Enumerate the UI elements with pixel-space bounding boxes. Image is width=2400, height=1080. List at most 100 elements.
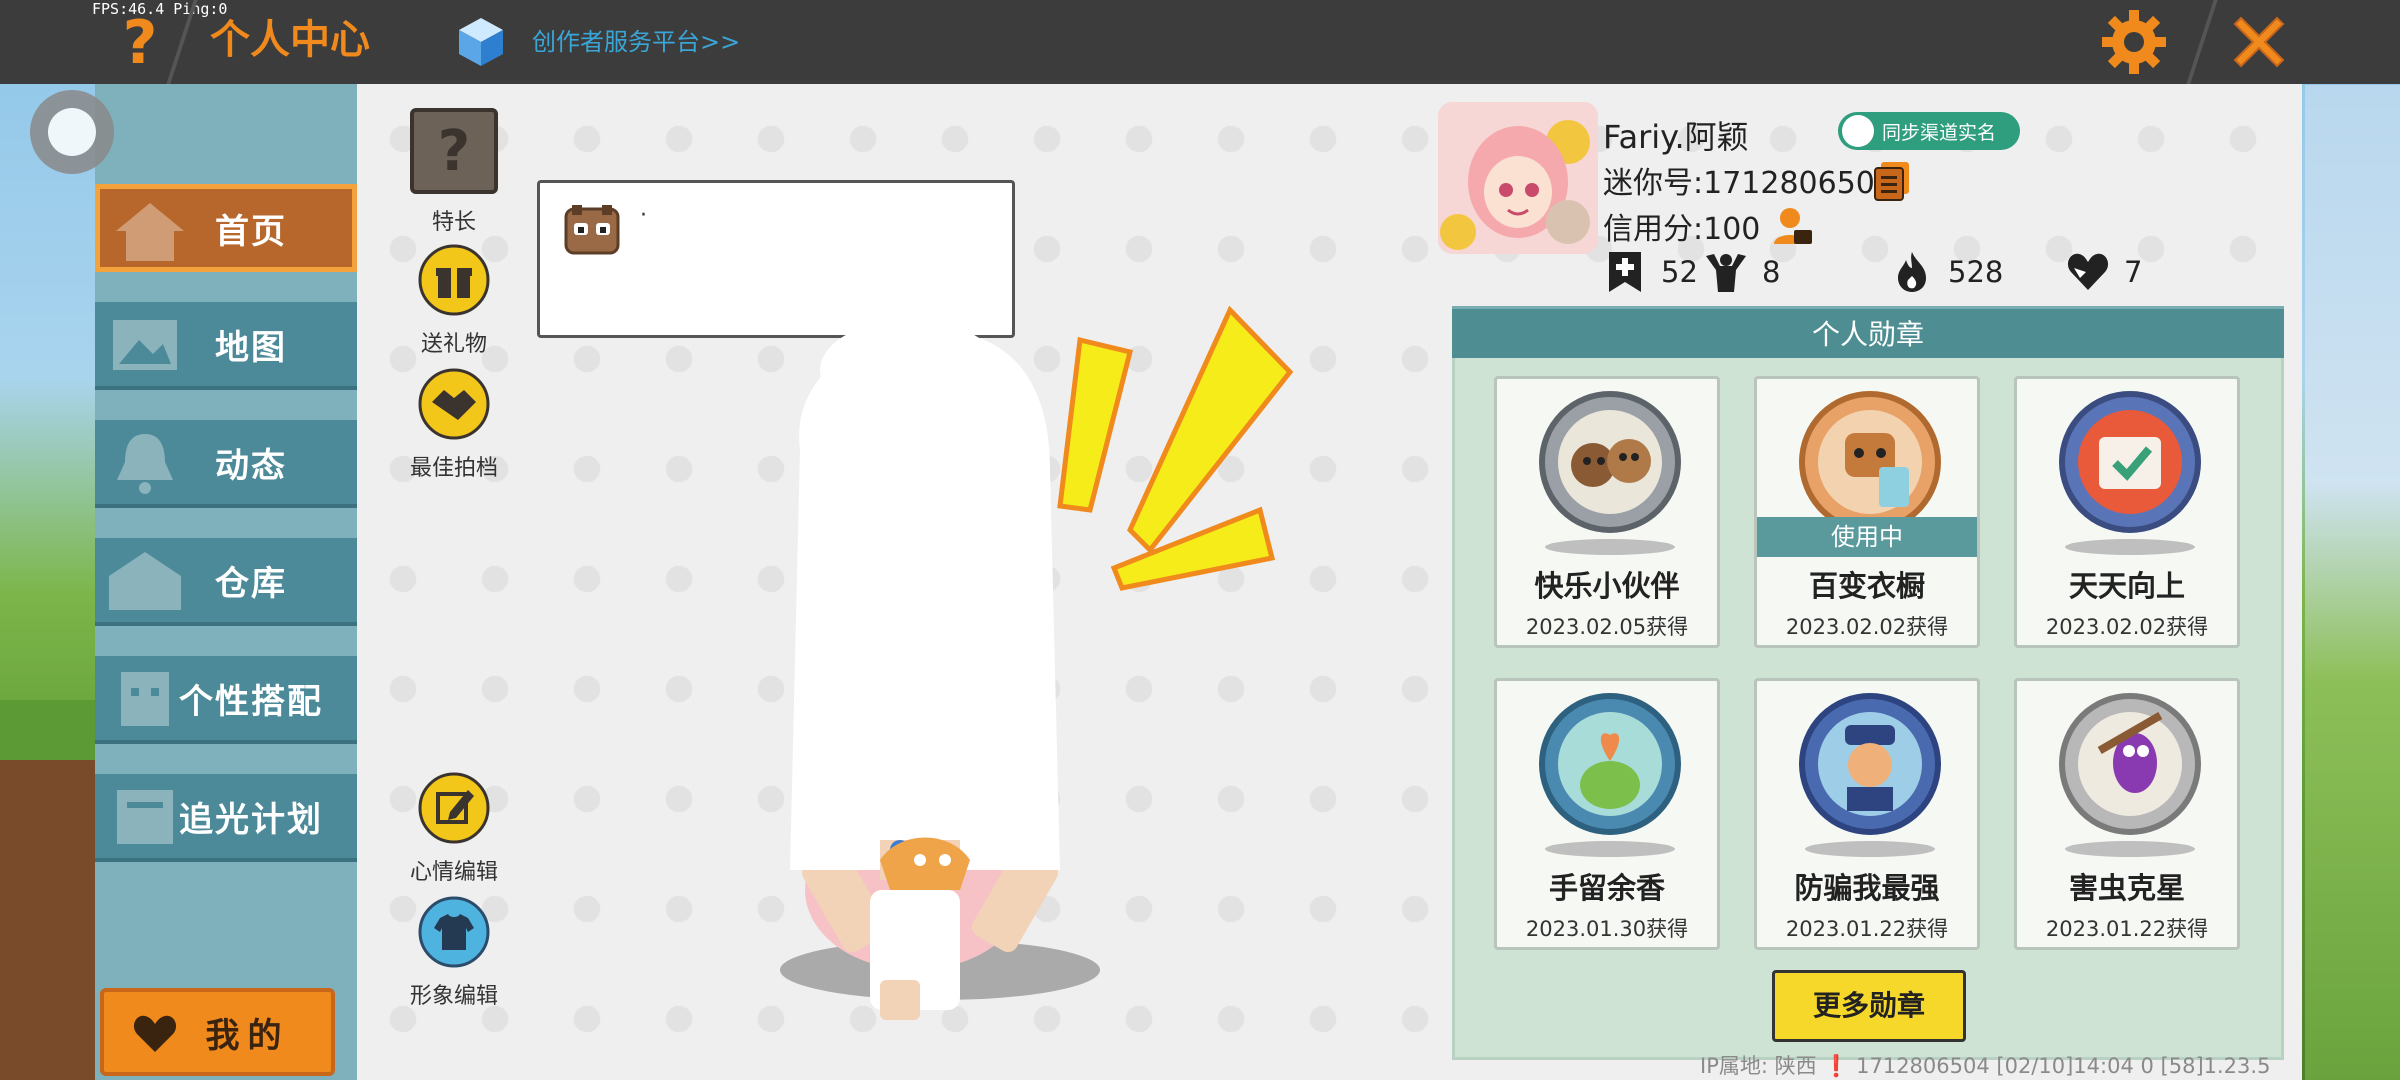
creator-platform-link[interactable]: 创作者服务平台>> [532,22,740,62]
avatar-edit-tool[interactable]: 形象编辑 [394,896,514,1010]
book-icon [117,790,173,844]
sidebar-item-label: 动态 [215,445,287,486]
best-partner-tool[interactable]: 最佳拍档 [394,368,514,482]
mine-label: 我的 [205,1015,290,1056]
background-block [0,700,95,1080]
edit-icon [418,772,490,844]
badge-date: 2023.01.22获得 [1785,917,1949,941]
badge-name: 害虫克星 [2068,871,2185,905]
badge-date: 2023.02.02获得 [1785,615,1949,639]
badge-card[interactable]: 手留余香 2023.01.30获得 [1494,678,1720,950]
shirt-icon [418,896,490,968]
stat-value: 7 [2124,255,2143,289]
footer-info: IP属地: 陕西 ❗ 1712806504 [02/10]14:04 0 [58… [1700,1054,2271,1078]
page-title: 个人中心 [210,17,370,63]
badge-shadow [1805,841,1935,857]
character-icon [121,672,169,726]
in-use-badge: 使用中 [1757,517,1977,557]
badge-shadow [1545,539,1675,555]
close-icon[interactable] [2225,8,2293,76]
copy-icon[interactable] [1873,160,1911,202]
sidebar-item-map[interactable]: 地图 [95,302,357,390]
gift-icon [418,244,490,316]
bell-icon [117,434,173,494]
heart-icon [2067,253,2109,290]
badges-header: 个人勋章 [1452,306,2284,358]
sidebar-item-warehouse[interactable]: 仓库 [95,538,357,626]
top-bar: FPS:46.4 Ping:0 ? 个人中心 创作者服务平台>> [0,0,2400,84]
badge-name: 天天向上 [2068,569,2185,603]
badge-date: 2023.02.02获得 [2045,615,2209,639]
home-icon [116,203,184,261]
more-badges-button[interactable]: 更多勋章 [1772,970,1966,1042]
record-button[interactable] [30,90,114,174]
sync-badge-label: 同步渠道实名 [1882,121,1997,144]
divider [2186,0,2218,84]
tool-label: 心情编辑 [409,860,498,885]
speech-text: · [640,203,647,228]
badge-card[interactable]: 快乐小伙伴 2023.02.05获得 [1494,376,1720,648]
sidebar-item-chase-light[interactable]: 追光计划 [95,774,357,862]
user-icon [1842,115,1874,147]
stat-value: 8 [1762,255,1781,289]
tool-label: 送礼物 [420,332,487,357]
stat-value: 528 [1948,255,2004,289]
stat-value: 52 [1661,255,1698,289]
svg-text:?: ? [438,119,470,184]
help-button[interactable]: ? [110,10,170,76]
background-strip [2305,85,2400,1080]
badge-name: 防骗我最强 [1794,871,1940,905]
badge-card[interactable]: 使用中 百变衣橱 2023.02.02获得 [1754,376,1980,648]
sidebar-item-home[interactable]: 首页 [95,184,357,272]
badge-date: 2023.01.22获得 [2045,917,2209,941]
cube-icon[interactable] [455,16,507,68]
handshake-icon [418,368,490,440]
badge-calendar-icon [2059,391,2201,533]
badge-card[interactable]: 天天向上 2023.02.02获得 [2014,376,2240,648]
tool-label: 特长 [431,210,476,235]
badge-shadow [2065,539,2195,555]
mood-edit-tool[interactable]: 心情编辑 [394,772,514,886]
tool-label: 最佳拍档 [409,456,498,481]
sidebar-item-label: 个性搭配 [179,681,323,722]
person-badge-icon[interactable] [1770,204,1814,248]
badge-date: 2023.02.05获得 [1525,615,1689,639]
pet-avatar-icon [564,205,620,255]
profile-avatar[interactable] [1438,102,1598,254]
gift-tool[interactable]: 送礼物 [394,244,514,358]
question-box-icon: ? [410,108,498,194]
badge-happy-buddy-icon [1539,391,1681,533]
map-icon [113,320,177,370]
badge-shadow [1545,841,1675,857]
fan-icon [1706,254,1746,292]
house-icon [109,552,181,610]
speech-bubble[interactable]: · [537,180,1015,362]
stat-likes[interactable]: 7 [2066,248,2142,296]
sync-realname-button[interactable]: 同步渠道实名 [1838,112,2020,150]
badge-card[interactable]: 防骗我最强 2023.01.22获得 [1754,678,1980,950]
mine-button[interactable]: 我的 [100,988,335,1076]
badge-police-icon [1799,693,1941,835]
sidebar-item-activity[interactable]: 动态 [95,420,357,508]
tool-label: 形象编辑 [409,984,498,1009]
sidebar-item-label: 仓库 [215,563,287,604]
gear-icon[interactable] [2100,8,2168,76]
nickname: Fariy.阿颖 [1603,118,1749,156]
badge-plant-icon [1539,693,1681,835]
badge-date: 2023.01.30获得 [1525,917,1689,941]
badge-card[interactable]: 害虫克星 2023.01.22获得 [2014,678,2240,950]
fire-icon [1898,252,1926,292]
heart-icon [133,1015,177,1052]
badge-bug-icon [2059,693,2201,835]
player-avatar[interactable] [730,330,1150,1030]
stat-fans[interactable]: 8 [1704,248,1780,296]
credit-score: 信用分:100 [1603,212,1761,247]
mini-id: 迷你号:1712806504 [1603,166,1894,201]
skill-tool[interactable]: ? 特长 [394,108,514,236]
stat-popularity[interactable]: 528 [1890,248,2003,296]
stat-plus[interactable]: 52 [1603,248,1698,296]
sidebar-item-outfit[interactable]: 个性搭配 [95,656,357,744]
sidebar-item-label: 追光计划 [179,799,323,840]
sidebar-item-label: 首页 [215,211,287,252]
badge-name: 手留余香 [1548,871,1665,905]
